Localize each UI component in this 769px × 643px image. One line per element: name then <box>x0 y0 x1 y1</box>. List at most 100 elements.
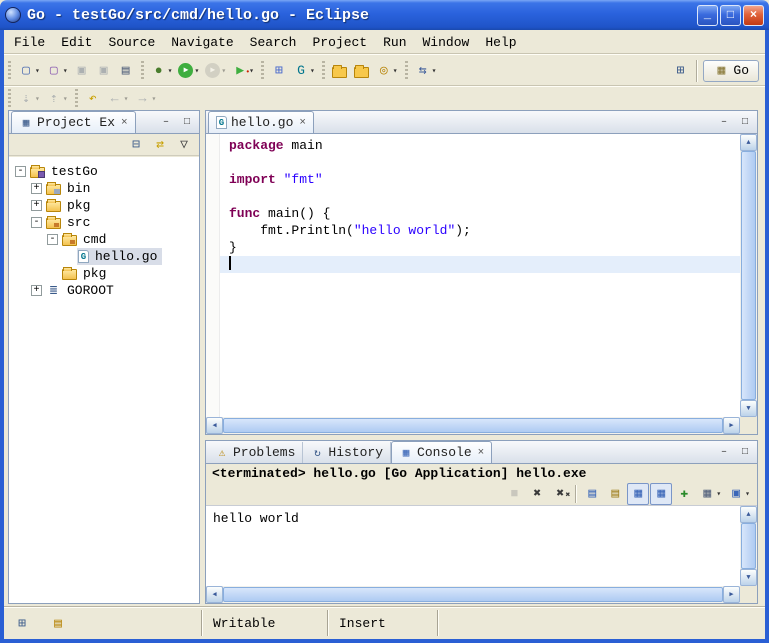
tree-expander-icon[interactable]: + <box>31 285 42 296</box>
scroll-left-icon[interactable]: ◀ <box>206 586 223 603</box>
remove-all-launches-button[interactable]: ✖✖ <box>549 483 571 505</box>
dropdown-arrow-icon[interactable]: ▾ <box>393 66 398 76</box>
console-vertical-scrollbar[interactable]: ▲ ▼ <box>740 506 757 586</box>
show-stdout-when-changed-button[interactable]: ▦ <box>627 483 649 505</box>
maximize-view-button[interactable]: □ <box>736 114 754 130</box>
clear-console-button[interactable]: ▤ <box>581 483 603 505</box>
tree-expander-icon[interactable]: + <box>31 183 42 194</box>
dropdown-arrow-icon[interactable]: ▾ <box>63 94 68 104</box>
external-tools-button[interactable]: ▶•▾ <box>229 60 257 82</box>
go-tools-button[interactable]: G▾ <box>290 60 318 82</box>
new-go-element-button[interactable]: ▢▾ <box>43 60 71 82</box>
new-button[interactable]: ▢▾ <box>15 60 43 82</box>
editor-body[interactable]: package mainimport "fmt"func main() { fm… <box>206 134 757 434</box>
dropdown-arrow-icon[interactable]: ▾ <box>168 66 173 76</box>
tree-item-pkg[interactable]: +pkg <box>9 197 199 214</box>
search-button[interactable]: ◎▾ <box>373 60 401 82</box>
team-synchronize-button[interactable]: ⇆▾ <box>412 60 440 82</box>
toolbar-drag-handle[interactable] <box>322 61 325 81</box>
tree-expander-icon[interactable]: - <box>31 217 42 228</box>
scrollbar-thumb[interactable] <box>223 418 723 433</box>
close-view-icon[interactable]: × <box>121 117 128 129</box>
console-horizontal-scrollbar[interactable]: ◀ ▶ <box>206 586 740 603</box>
tree-item-cmd[interactable]: -cmd <box>9 231 199 248</box>
display-selected-console-button[interactable]: ▦▾ <box>696 483 724 505</box>
toolbar-drag-handle[interactable] <box>75 89 78 109</box>
title-bar[interactable]: Go - testGo/src/cmd/hello.go - Eclipse _… <box>0 0 769 30</box>
tree-item-testgo[interactable]: -testGo <box>9 163 199 180</box>
debug-button[interactable]: ●▾ <box>148 60 176 82</box>
toolbar-drag-handle[interactable] <box>8 89 11 109</box>
scrollbar-thumb[interactable] <box>741 523 756 569</box>
code-line-6[interactable]: fmt.Println("hello world"); <box>220 222 740 239</box>
scroll-left-icon[interactable]: ◀ <box>206 417 223 434</box>
scroll-up-icon[interactable]: ▲ <box>740 134 757 151</box>
dropdown-arrow-icon[interactable]: ▾ <box>310 66 315 76</box>
toolbar-drag-handle[interactable] <box>261 61 264 81</box>
tree-item-src[interactable]: -src <box>9 214 199 231</box>
show-stderr-when-changed-button[interactable]: ▦ <box>650 483 672 505</box>
tree-item-pkg[interactable]: pkg <box>9 265 199 282</box>
dropdown-arrow-icon[interactable]: ▾ <box>221 66 226 76</box>
dropdown-arrow-icon[interactable]: ▾ <box>124 94 129 104</box>
pin-console-button[interactable]: ✚ <box>673 483 695 505</box>
editor-horizontal-scrollbar[interactable]: ◀ ▶ <box>206 417 740 434</box>
tab-project-explorer[interactable]: ▦ Project Ex × <box>11 111 136 133</box>
menu-source[interactable]: Source <box>100 32 163 53</box>
tree-item-goroot[interactable]: +≣GOROOT <box>9 282 199 299</box>
open-perspective-button[interactable]: ⊞ <box>669 60 691 82</box>
dropdown-arrow-icon[interactable]: ▾ <box>35 94 40 104</box>
tree-item-hello-go[interactable]: Ghello.go <box>9 248 199 265</box>
go-perspective-button[interactable]: ▦ Go <box>703 60 759 82</box>
scroll-down-icon[interactable]: ▼ <box>740 400 757 417</box>
dropdown-arrow-icon[interactable]: ▾ <box>194 66 199 76</box>
minimize-view-button[interactable]: – <box>157 114 175 130</box>
code-line-5[interactable]: func main() { <box>220 205 740 222</box>
scroll-down-icon[interactable]: ▼ <box>740 569 757 586</box>
minimize-view-button[interactable]: – <box>715 444 733 460</box>
console-body[interactable]: hello world ▲ ▼ ◀ ▶ <box>206 505 757 603</box>
close-tab-icon[interactable]: × <box>299 117 306 129</box>
code-area[interactable]: package mainimport "fmt"func main() { fm… <box>220 134 740 417</box>
open-folder-button[interactable] <box>351 60 373 82</box>
show-view-shortcut-button[interactable]: ▤ <box>48 614 68 632</box>
scroll-lock-button[interactable]: ▤ <box>604 483 626 505</box>
fast-view-button[interactable]: ⊞ <box>12 614 32 632</box>
tab-history[interactable]: ↻History <box>303 442 391 463</box>
menu-navigate[interactable]: Navigate <box>163 32 241 53</box>
remove-launch-button[interactable]: ✖ <box>526 483 548 505</box>
tab-problems[interactable]: ⚠Problems <box>208 442 303 463</box>
menu-project[interactable]: Project <box>304 32 375 53</box>
print-button[interactable]: ▤ <box>115 60 137 82</box>
tab-console[interactable]: ▦Console× <box>391 441 492 463</box>
run-button[interactable]: ▶▾ <box>175 60 202 82</box>
tree-expander-icon[interactable]: - <box>15 166 26 177</box>
new-go-project-button[interactable]: ⊞ <box>268 60 290 82</box>
open-console-button[interactable]: ▣▾ <box>725 483 753 505</box>
tree-item-bin[interactable]: +bin <box>9 180 199 197</box>
toolbar-drag-handle[interactable] <box>8 61 11 81</box>
dropdown-arrow-icon[interactable]: ▾ <box>151 94 156 104</box>
scrollbar-thumb[interactable] <box>741 151 756 400</box>
maximize-window-button[interactable]: □ <box>720 5 741 26</box>
dropdown-arrow-icon[interactable]: ▾ <box>63 66 68 76</box>
dropdown-arrow-icon[interactable]: ▾ <box>35 66 40 76</box>
code-line-4[interactable] <box>220 188 740 205</box>
menu-search[interactable]: Search <box>242 32 305 53</box>
collapse-all-button[interactable]: ⊟ <box>125 134 147 156</box>
dropdown-arrow-icon[interactable]: ▾ <box>432 66 437 76</box>
code-line-8[interactable] <box>220 256 740 273</box>
menu-run[interactable]: Run <box>375 32 414 53</box>
link-with-editor-button[interactable]: ⇄ <box>149 134 171 156</box>
menu-help[interactable]: Help <box>477 32 524 53</box>
scrollbar-thumb[interactable] <box>223 587 723 602</box>
code-line-2[interactable] <box>220 154 740 171</box>
minimize-window-button[interactable]: _ <box>697 5 718 26</box>
maximize-view-button[interactable]: □ <box>178 114 196 130</box>
editor-vertical-scrollbar[interactable]: ▲ ▼ <box>740 134 757 417</box>
open-resource-button[interactable] <box>329 60 351 82</box>
menu-file[interactable]: File <box>6 32 53 53</box>
scroll-right-icon[interactable]: ▶ <box>723 586 740 603</box>
tab-hello-go[interactable]: Ghello.go× <box>208 111 314 133</box>
close-tab-icon[interactable]: × <box>478 447 485 459</box>
